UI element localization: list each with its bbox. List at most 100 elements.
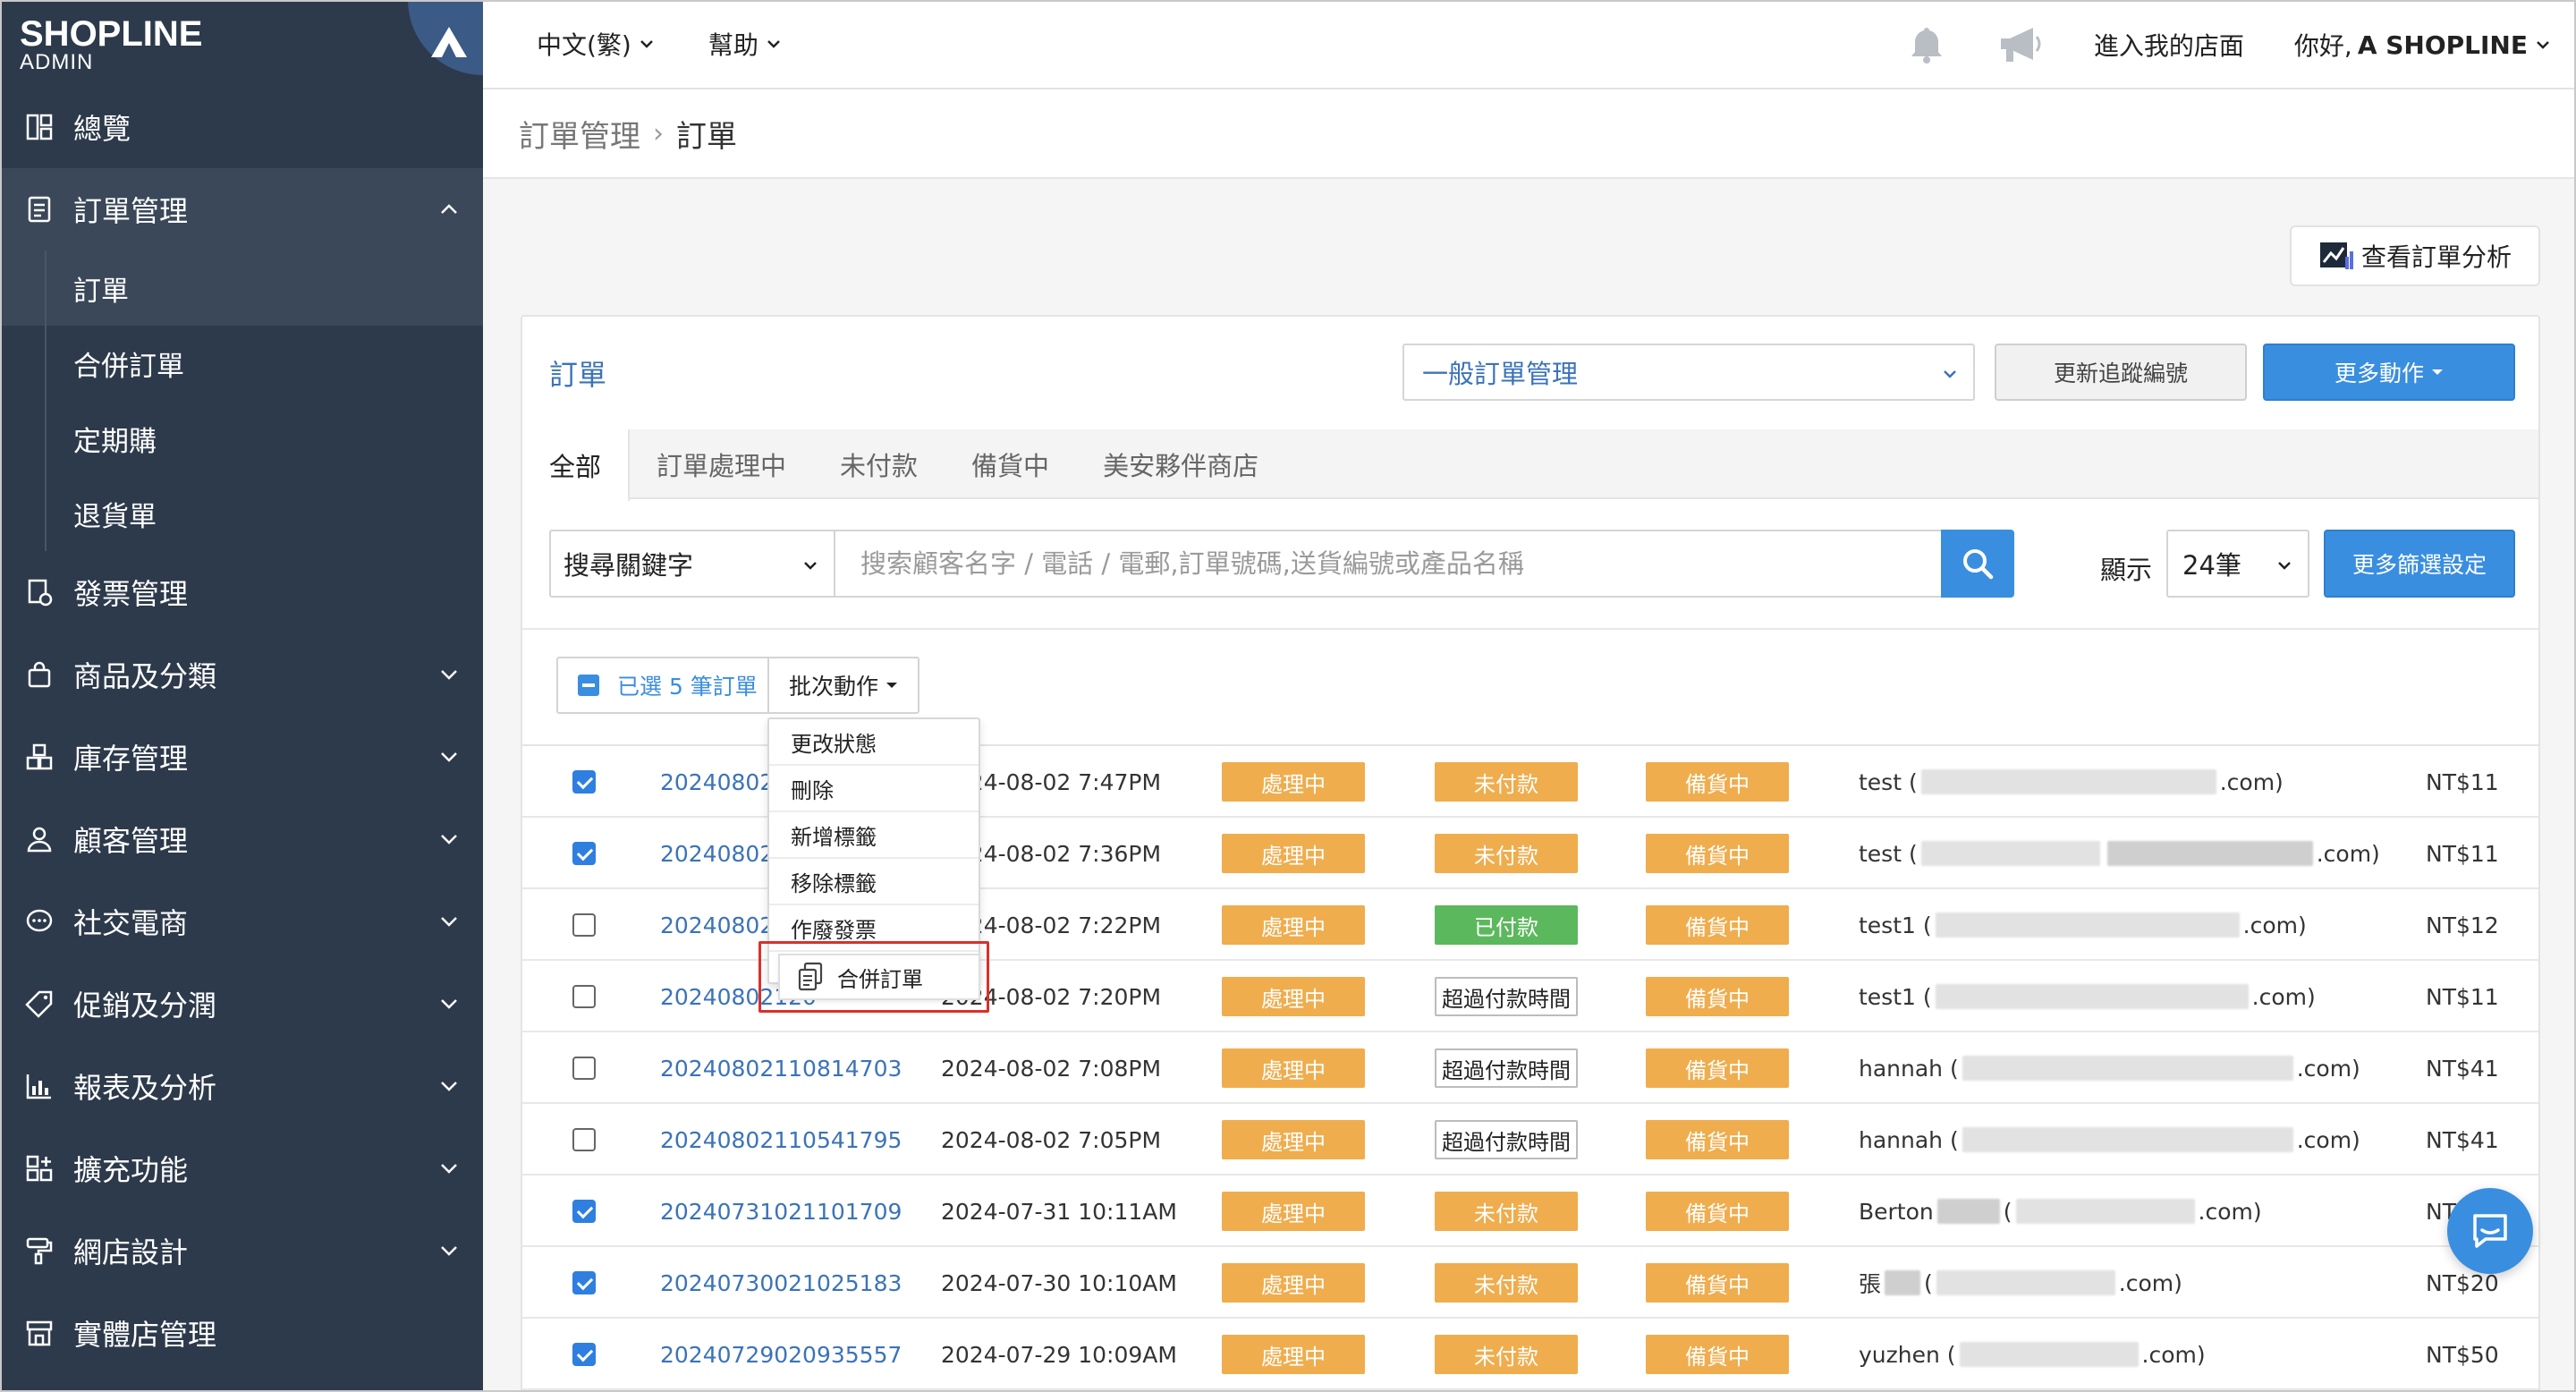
tab-unpaid[interactable]: 未付款 — [813, 429, 945, 499]
customer-cell: hannah ( .com) — [1859, 1104, 2360, 1176]
row-checkbox-cell — [572, 1247, 596, 1319]
account-name: A SHOPLINE — [2357, 30, 2528, 60]
row-checkbox[interactable] — [572, 1128, 596, 1151]
payment-status-badge: 已付款 — [1435, 905, 1578, 945]
search-button[interactable] — [1941, 530, 2014, 598]
table-row[interactable]: 20240802110814703 2024-08-02 7:08PM 處理中 … — [522, 1032, 2538, 1104]
table-row[interactable]: 20240731021101709 2024-07-31 10:11AM 處理中… — [522, 1176, 2538, 1247]
more-filters-button[interactable]: 更多篩選設定 — [2324, 530, 2515, 598]
selected-count-text: 已選 5 筆訂單 — [617, 674, 758, 700]
sidebar-item-inventory[interactable]: 庫存管理 — [0, 716, 483, 798]
sidebar-item-label: 報表及分析 — [73, 1071, 217, 1105]
update-tracking-button[interactable]: 更新追蹤編號 — [1995, 344, 2247, 401]
table-row[interactable]: 20240802110541795 2024-08-02 7:05PM 處理中 … — [522, 1104, 2538, 1176]
redacted-block — [1959, 1342, 2139, 1367]
language-label: 中文(繁) — [537, 30, 631, 60]
sidebar-subitem-merged-orders[interactable]: 合併訂單 — [0, 326, 483, 401]
brand-logo[interactable]: SHOPLINE ADMIN — [0, 0, 483, 86]
sidebar-subitem-subscriptions[interactable]: 定期購 — [0, 401, 483, 476]
page-size-select[interactable]: 24筆 — [2166, 530, 2309, 598]
support-chat-button[interactable] — [2447, 1188, 2533, 1274]
help-menu[interactable]: 幫助 — [708, 26, 782, 62]
row-checkbox[interactable] — [572, 1343, 596, 1366]
sidebar-item-products[interactable]: 商品及分類 — [0, 633, 483, 716]
bulk-actions-button[interactable]: 批次動作 — [767, 657, 919, 714]
order-status-badge: 處理中 — [1222, 905, 1365, 945]
row-checkbox[interactable] — [572, 1057, 596, 1080]
chevron-down-icon — [441, 1164, 457, 1174]
row-checkbox[interactable] — [572, 1271, 596, 1294]
order-view-value: 一般訂單管理 — [1422, 359, 1579, 389]
order-date: 2024-07-31 10:11AM — [941, 1198, 1177, 1225]
menu-item-add-tag[interactable]: 新增標籤 — [769, 812, 979, 859]
customer-name: hannah ( — [1859, 1126, 1959, 1153]
order-status-badge: 處理中 — [1222, 977, 1365, 1016]
menu-item-delete[interactable]: 刪除 — [769, 766, 979, 812]
bulk-actions-label: 批次動作 — [788, 674, 878, 700]
analysis-label: 查看訂單分析 — [2360, 242, 2512, 272]
customer-cell: 張 ( .com) — [1859, 1247, 2182, 1319]
order-number-link[interactable]: 20240802110814703 — [660, 1032, 902, 1104]
row-checkbox[interactable] — [572, 1200, 596, 1223]
order-view-select[interactable]: 一般訂單管理 — [1402, 344, 1975, 401]
menu-item-change-status[interactable]: 更改狀態 — [769, 719, 979, 766]
sidebar-item-order-management[interactable]: 訂單管理 — [0, 168, 483, 250]
tab-processing[interactable]: 訂單處理中 — [630, 429, 813, 499]
sidebar-item-reports[interactable]: 報表及分析 — [0, 1045, 483, 1127]
sidebar-item-promotions[interactable]: 促銷及分潤 — [0, 963, 483, 1045]
merge-orders-highlight — [758, 941, 989, 1013]
payment-status-badge: 超過付款時間 — [1435, 977, 1578, 1016]
sidebar-item-store-design[interactable]: 網店設計 — [0, 1210, 483, 1292]
selected-count-toggle[interactable]: 已選 5 筆訂單 — [556, 657, 769, 714]
row-checkbox-cell — [572, 889, 596, 961]
sidebar-item-extensions[interactable]: 擴充功能 — [0, 1127, 483, 1210]
more-actions-button[interactable]: 更多動作 — [2263, 344, 2515, 401]
table-row[interactable]: 20240730021025183 2024-07-30 10:10AM 處理中… — [522, 1247, 2538, 1319]
redacted-block — [1935, 912, 2240, 938]
sidebar-item-overview[interactable]: 總覽 — [0, 86, 483, 168]
customer-cell: test1 ( .com) — [1859, 961, 2316, 1032]
row-checkbox[interactable] — [572, 770, 596, 794]
tab-preparing[interactable]: 備貨中 — [945, 429, 1076, 499]
dashboard-icon — [23, 111, 55, 143]
order-number-link[interactable]: 20240730021025183 — [660, 1247, 902, 1319]
order-status-badge: 處理中 — [1222, 762, 1365, 802]
bell-icon[interactable] — [1906, 24, 1947, 65]
top-right-group: 進入我的店面 你好, A SHOPLINE — [1856, 0, 2551, 89]
tab-all[interactable]: 全部 — [522, 429, 631, 501]
search-row: 搜尋關鍵字 顯示 24筆 更多篩選設定 — [522, 499, 2538, 630]
row-checkbox[interactable] — [572, 913, 596, 937]
view-order-analysis-button[interactable]: 查看訂單分析 — [2290, 225, 2540, 286]
order-status-badge: 處理中 — [1222, 834, 1365, 873]
bag-icon — [23, 658, 55, 691]
table-row[interactable]: 20240729020935557 2024-07-29 10:09AM 處理中… — [522, 1319, 2538, 1390]
megaphone-icon[interactable] — [1997, 24, 2044, 65]
row-checkbox-cell — [572, 818, 596, 889]
sidebar-subitem-orders[interactable]: 訂單 — [0, 250, 483, 326]
language-selector[interactable]: 中文(繁) — [537, 26, 655, 62]
search-input[interactable] — [834, 530, 1943, 598]
keyword-type-select[interactable]: 搜尋關鍵字 — [549, 530, 835, 598]
visit-store-link[interactable]: 進入我的店面 — [2094, 27, 2244, 63]
breadcrumb-parent[interactable]: 訂單管理 — [519, 112, 640, 156]
sidebar-item-customers[interactable]: 顧客管理 — [0, 798, 483, 880]
sidebar-item-social-commerce[interactable]: 社交電商 — [0, 880, 483, 963]
chevron-down-icon — [767, 40, 780, 48]
sidebar-subitem-returns[interactable]: 退貨單 — [0, 476, 483, 551]
delivery-status-badge: 備貨中 — [1646, 977, 1789, 1016]
order-number-link[interactable]: 20240731021101709 — [660, 1176, 902, 1247]
account-menu[interactable]: 你好, A SHOPLINE — [2294, 27, 2551, 63]
row-checkbox[interactable] — [572, 842, 596, 865]
order-number-link[interactable]: 20240729020935557 — [660, 1319, 902, 1390]
tab-partner-store[interactable]: 美安夥伴商店 — [1076, 429, 1285, 499]
order-number-link[interactable]: 20240802110541795 — [660, 1104, 902, 1176]
menu-item-remove-tag[interactable]: 移除標籤 — [769, 859, 979, 905]
sidebar-item-invoices[interactable]: 發票管理 — [0, 551, 483, 633]
delivery-status-badge: 備貨中 — [1646, 834, 1789, 873]
order-status-badge: 處理中 — [1222, 1048, 1365, 1088]
order-amount: NT$41 — [2426, 1126, 2499, 1153]
sidebar-item-retail-stores[interactable]: 實體店管理 — [0, 1292, 483, 1374]
top-bar: 中文(繁) 幫助 進入我的店面 你好, A SHOPLINE — [483, 0, 2576, 89]
delivery-status-badge: 備貨中 — [1646, 1263, 1789, 1303]
row-checkbox[interactable] — [572, 985, 596, 1008]
